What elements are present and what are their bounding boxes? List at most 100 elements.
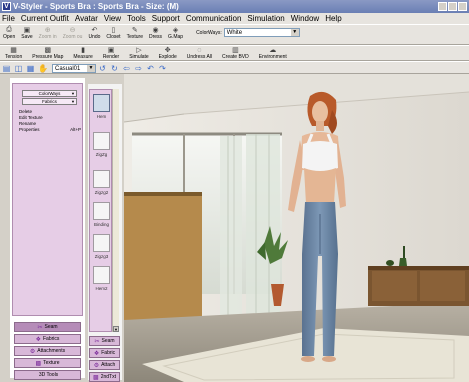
fabrics-tab-button[interactable]: ❖ Fabrics [14, 334, 81, 344]
pattern-scrollbar[interactable]: ▼ [112, 89, 119, 332]
tab-label: Fabrics [42, 336, 60, 342]
chevron-down-icon: ▼ [87, 65, 95, 72]
menu-item-avatar[interactable]: Avatar [75, 14, 98, 23]
pattern-thumbnail[interactable] [93, 132, 110, 150]
texture-tab-button[interactable]: ▩ Texture [14, 358, 81, 368]
seam-tab-button[interactable]: ✂ Seam [14, 322, 81, 332]
seam-button[interactable]: ✂ Seam [89, 336, 120, 346]
2ndtxt-button[interactable]: ▩ 2ndTxt [89, 372, 120, 382]
environment-icon: ☁ [269, 47, 277, 54]
menu-item-tools[interactable]: Tools [127, 14, 146, 23]
menu-item-simulation[interactable]: Simulation [247, 14, 284, 23]
pattern-thumbnail[interactable] [93, 202, 110, 220]
zoom-in-button[interactable]: ⊕ Zoom in [39, 26, 57, 41]
create-bvd-button[interactable]: ▥ Create BVD [222, 46, 249, 61]
layer-icon[interactable]: ▤ [2, 64, 11, 73]
title-bar: V V-Styler - Sports Bra : Sports Bra - S… [0, 0, 469, 13]
attach-small-icon: ⚙ [93, 362, 100, 369]
chevron-down-icon: ▼ [290, 29, 299, 36]
environment-button[interactable]: ☁ Environment [259, 46, 287, 61]
open-button[interactable]: ⎙ Open [3, 26, 15, 41]
pattern-label: Hem [96, 114, 107, 119]
simulate-button[interactable]: ▷ Simulate [129, 46, 148, 61]
pattern-label: Hem2 [95, 286, 108, 291]
scroll-down-icon[interactable]: ▼ [113, 326, 119, 332]
pressure-map-icon: ▩ [44, 47, 52, 54]
fabrics-icon: ❖ [35, 336, 41, 343]
g-map-button[interactable]: ◈ G.Map [168, 26, 183, 41]
texture-button[interactable]: ✎ Texture [127, 26, 143, 41]
tension-button[interactable]: ▦ Tension [5, 46, 22, 61]
3d-viewport[interactable] [124, 74, 469, 382]
pressure-map-button[interactable]: ▩ Pressure Map [32, 46, 63, 61]
camera-icon[interactable]: ◫ [14, 64, 23, 73]
menu-item-window[interactable]: Window [291, 14, 319, 23]
menu-item-support[interactable]: Support [152, 14, 180, 23]
gmap-icon: ◈ [172, 27, 179, 34]
texture-tab-icon: ▩ [35, 360, 42, 367]
render-button[interactable]: ▣ Render [103, 46, 119, 61]
fabric-button[interactable]: ❖ Fabric [89, 348, 120, 358]
undress-all-button[interactable]: ◌ Undress All [187, 46, 212, 61]
seam-small-icon: ✂ [94, 338, 100, 345]
close-button[interactable] [458, 2, 467, 11]
colorways-dropdown[interactable]: ColorWays ▼ [22, 90, 77, 97]
app-logo-icon: V [2, 2, 11, 11]
zoom-ou-button[interactable]: ⊖ Zoom ou [63, 26, 83, 41]
fabrics-dropdown[interactable]: Fabrics ▼ [22, 98, 77, 105]
3d-tools-tab-button[interactable]: 3D Tools [14, 370, 81, 380]
tool-label: Open [3, 34, 16, 40]
render-icon: ▣ [107, 47, 115, 54]
orbit-right-icon[interactable]: ↷ [158, 64, 167, 73]
button-label: 2ndTxt [100, 374, 116, 380]
attachments-tab-button[interactable]: ⚙ Attachments [14, 346, 81, 356]
tool-label: Render [102, 54, 120, 60]
colorways-value: White [226, 29, 243, 36]
pattern-thumbnail[interactable] [93, 234, 110, 252]
explode-button[interactable]: ✥ Explode [159, 46, 177, 61]
colorways-dropdown-label: ColorWays [38, 91, 61, 96]
minimize-button[interactable] [438, 2, 447, 11]
chevron-down-icon: ▼ [71, 91, 75, 96]
arrow-right-icon[interactable]: ⇨ [134, 64, 143, 73]
undo-button[interactable]: ↶ Undo [88, 26, 100, 41]
colorways-label: ColorWays: [196, 30, 222, 36]
tool-label: Save [21, 34, 33, 40]
button-label: Fabric [101, 350, 116, 356]
measure-button[interactable]: ▮ Measure [73, 46, 92, 61]
maximize-button[interactable] [448, 2, 457, 11]
save-button[interactable]: ▣ Save [21, 26, 32, 41]
rotate-left-icon[interactable]: ↺ [98, 64, 107, 73]
menu-item-view[interactable]: View [104, 14, 121, 23]
camera-select[interactable]: Casual01 ▼ [52, 64, 96, 73]
colorways-select[interactable]: White ▼ [223, 28, 300, 37]
dress-icon: ◉ [152, 27, 159, 34]
simulation-toolbar: ▦ Tension ▩ Pressure Map ▮ Measure ▣ Render ▷ Sim… [0, 45, 469, 61]
pattern-thumbnail[interactable] [93, 170, 110, 188]
camera-value: Casual01 [55, 65, 81, 72]
orbit-left-icon[interactable]: ↶ [146, 64, 155, 73]
grid-icon[interactable]: ▦ [26, 64, 35, 73]
menu-item-communication[interactable]: Communication [186, 14, 242, 23]
chevron-down-icon: ▼ [71, 99, 75, 104]
attach-button[interactable]: ⚙ Attach [89, 360, 120, 370]
pattern-thumbnail[interactable] [93, 94, 110, 112]
tab-label: 3D Tools [38, 372, 59, 378]
closet-button[interactable]: ▯ Closet [106, 26, 120, 41]
explode-icon: ✥ [164, 47, 171, 54]
simulate-icon: ▷ [136, 47, 142, 54]
menu-item-help[interactable]: Help [325, 14, 341, 23]
context-menu-item[interactable]: Properties Alt+P [19, 127, 81, 133]
rotate-right-icon[interactable]: ↻ [110, 64, 119, 73]
menu-item-current-outfit[interactable]: Current Outfit [21, 14, 69, 23]
hand-icon[interactable]: ✋ [38, 64, 48, 73]
dress-button[interactable]: ◉ Dress [149, 26, 162, 41]
tool-label: Zoom ou [62, 34, 83, 40]
left-panel: ColorWays ▼ Fabrics ▼ Delete Edit Texture… [10, 78, 85, 380]
tab-label: Seam [44, 324, 58, 330]
tool-label: Zoom in [38, 34, 57, 40]
pattern-thumbnail[interactable] [93, 266, 110, 284]
menu-item-file[interactable]: File [2, 14, 15, 23]
arrow-left-icon[interactable]: ⇦ [122, 64, 131, 73]
closet-icon: ▯ [111, 27, 116, 34]
